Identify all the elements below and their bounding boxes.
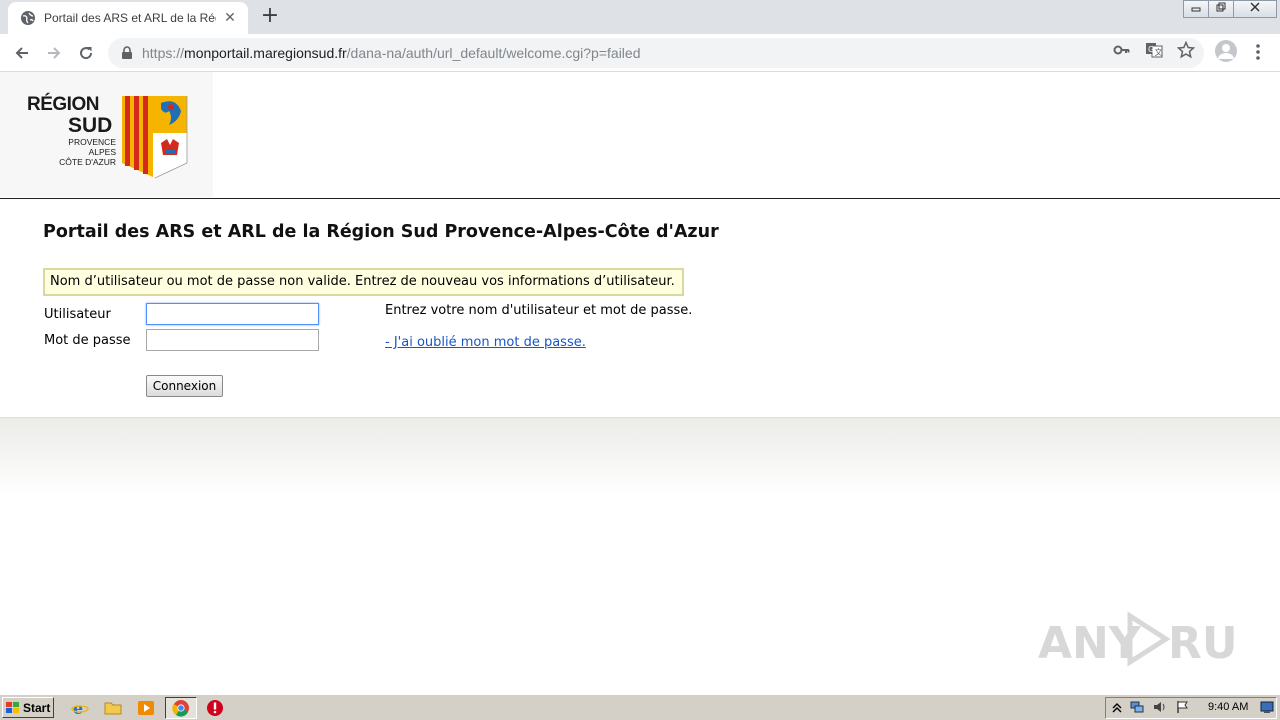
- browser-tab[interactable]: Portail des ARS et ARL de la Région Sud …: [8, 2, 248, 34]
- url-path: /dana-na/auth/url_default/welcome.cgi?p=…: [346, 45, 641, 61]
- region-sud-logo: RÉGION SUD PROVENCE ALPES CÔTE D'AZUR: [0, 72, 213, 197]
- chevron-up-icon[interactable]: [1110, 700, 1124, 714]
- show-desktop-icon[interactable]: [1260, 700, 1274, 714]
- password-label: Mot de passe: [44, 333, 131, 348]
- taskbar: Start e 9:40 AM: [0, 694, 1280, 720]
- anyrun-watermark: ANY RUN: [1038, 611, 1238, 669]
- url-scheme: https://: [142, 45, 185, 61]
- svg-text:文: 文: [1155, 47, 1163, 57]
- watermark-text-left: ANY: [1038, 618, 1142, 669]
- start-button[interactable]: Start: [2, 697, 54, 718]
- restore-window-button[interactable]: [1208, 0, 1234, 18]
- internet-explorer-icon[interactable]: e: [71, 699, 89, 717]
- logo-line-4: ALPES: [88, 147, 116, 157]
- watermark-text-right: RUN: [1168, 618, 1238, 669]
- reload-button[interactable]: [72, 39, 100, 67]
- windows-flag-icon: [6, 701, 19, 713]
- minimize-icon: [1191, 7, 1201, 12]
- logo-subtitle: PROVENCE ALPES CÔTE D'AZUR: [54, 137, 116, 167]
- username-label: Utilisateur: [44, 307, 111, 322]
- tab-title: Portail des ARS et ARL de la Région Sud …: [44, 11, 216, 25]
- translate-icon[interactable]: G文: [1145, 41, 1163, 59]
- coat-of-arms-icon: [122, 96, 188, 179]
- logo-line-5: CÔTE D'AZUR: [59, 157, 116, 167]
- login-help-text: Entrez votre nom d'utilisateur et mot de…: [385, 303, 693, 318]
- url-text: https://monportail.maregionsud.fr/dana-n…: [142, 45, 640, 61]
- star-icon[interactable]: [1177, 41, 1195, 59]
- forward-button[interactable]: [40, 39, 68, 67]
- password-input[interactable]: [146, 329, 319, 351]
- kebab-menu-icon[interactable]: [1250, 42, 1266, 62]
- volume-icon[interactable]: [1153, 700, 1167, 714]
- lock-icon: [122, 46, 132, 59]
- back-button[interactable]: [8, 39, 36, 67]
- folder-icon[interactable]: [104, 699, 122, 717]
- close-window-button[interactable]: [1233, 0, 1277, 18]
- close-tab-icon[interactable]: ✕: [222, 10, 238, 26]
- system-clock[interactable]: 9:40 AM: [1208, 701, 1248, 713]
- new-tab-button[interactable]: +: [258, 5, 282, 29]
- username-input[interactable]: [146, 303, 319, 325]
- page-title: Portail des ARS et ARL de la Région Sud …: [43, 222, 719, 242]
- action-center-flag-icon[interactable]: [1176, 700, 1190, 714]
- page-footer-band: [0, 418, 1280, 498]
- logo-line-1: RÉGION: [27, 94, 99, 115]
- logo-line-2: SUD: [68, 114, 113, 137]
- url-host: monportail.maregionsud.fr: [184, 45, 347, 61]
- stop-sign-icon[interactable]: [206, 699, 224, 717]
- person-icon: [1218, 44, 1234, 59]
- svg-text:e: e: [73, 699, 83, 717]
- logo-line-3: PROVENCE: [68, 137, 116, 147]
- arrow-right-icon: [48, 47, 61, 59]
- reload-icon: [80, 47, 93, 60]
- connexion-button[interactable]: Connexion: [146, 375, 223, 397]
- error-message: Nom d’utilisateur ou mot de passe non va…: [43, 268, 684, 296]
- arrow-left-icon: [15, 47, 28, 59]
- page-header: RÉGION SUD PROVENCE ALPES CÔTE D'AZUR: [0, 72, 1280, 199]
- restore-icon: [1216, 2, 1226, 12]
- browser-tabstrip: Portail des ARS et ARL de la Région Sud …: [0, 0, 1280, 34]
- chrome-icon: [172, 700, 189, 717]
- forgot-password-link[interactable]: - J'ai oublié mon mot de passe.: [385, 335, 586, 350]
- close-icon: [1250, 2, 1260, 12]
- globe-icon: [21, 11, 35, 25]
- profile-avatar-icon[interactable]: [1215, 40, 1237, 62]
- address-bar[interactable]: https://monportail.maregionsud.fr/dana-n…: [108, 38, 1204, 68]
- chrome-taskbar-button[interactable]: [165, 697, 197, 719]
- browser-toolbar: https://monportail.maregionsud.fr/dana-n…: [0, 34, 1280, 72]
- start-label: Start: [23, 700, 51, 715]
- svg-text:G: G: [1148, 45, 1154, 54]
- media-player-icon[interactable]: [137, 699, 155, 717]
- key-icon[interactable]: [1113, 41, 1131, 59]
- minimize-window-button[interactable]: [1183, 0, 1209, 18]
- network-icon[interactable]: [1130, 700, 1144, 714]
- login-panel: Portail des ARS et ARL de la Région Sud …: [0, 199, 1280, 418]
